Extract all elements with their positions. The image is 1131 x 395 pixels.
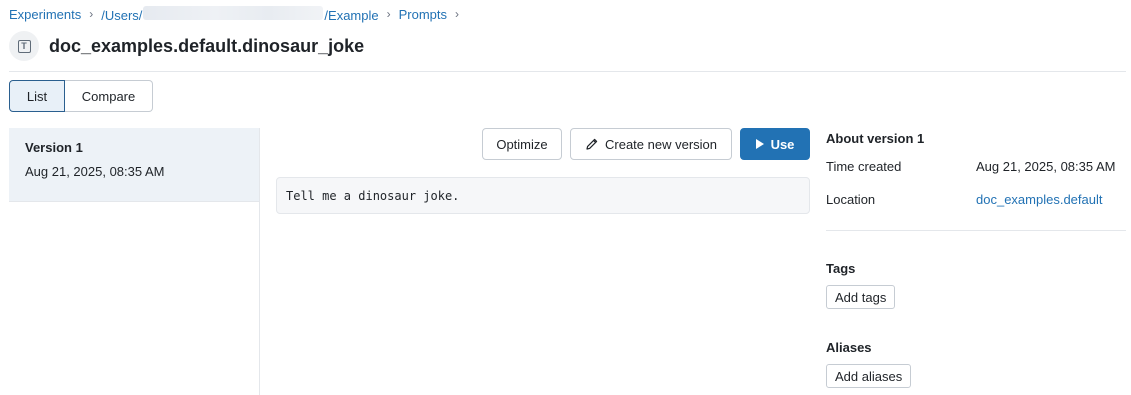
breadcrumb-prompts-link[interactable]: Prompts	[399, 7, 447, 22]
version-date: Aug 21, 2025, 08:35 AM	[25, 164, 165, 179]
location-row: Location doc_examples.default	[826, 189, 1126, 209]
version-list-item[interactable]: Version 1 Aug 21, 2025, 08:35 AM	[9, 128, 259, 202]
use-button-label: Use	[770, 136, 795, 152]
page-header: T doc_examples.default.dinosaur_joke	[9, 31, 365, 61]
text-prompt-icon-glyph: T	[17, 39, 31, 53]
prompt-toolbar: Optimize Create new version Use	[482, 128, 810, 160]
view-toggle-compare[interactable]: Compare	[65, 80, 153, 112]
aliases-title: Aliases	[826, 339, 872, 355]
location-link[interactable]: doc_examples.default	[976, 192, 1102, 207]
create-new-version-label: Create new version	[605, 136, 717, 152]
play-icon	[755, 139, 764, 149]
redacted-username	[143, 5, 324, 20]
view-toggle: List Compare	[9, 80, 153, 112]
version-list: Version 1 Aug 21, 2025, 08:35 AM	[9, 128, 260, 395]
page-title: doc_examples.default.dinosaur_joke	[49, 35, 365, 56]
breadcrumb-separator: ›	[89, 7, 94, 21]
version-name: Version 1	[25, 140, 83, 155]
time-created-value: Aug 21, 2025, 08:35 AM	[976, 158, 1116, 174]
use-button[interactable]: Use	[740, 128, 810, 160]
time-created-row: Time created Aug 21, 2025, 08:35 AM	[826, 156, 1126, 176]
prompt-text: Tell me a dinosaur joke.	[286, 188, 460, 203]
location-label: Location	[826, 191, 876, 207]
breadcrumb-separator: ›	[455, 7, 460, 21]
tags-title: Tags	[826, 260, 856, 276]
pencil-icon	[586, 138, 598, 150]
add-aliases-button[interactable]: Add aliases	[826, 364, 912, 388]
details-divider	[826, 230, 1126, 231]
prompt-text-box: Tell me a dinosaur joke.	[276, 177, 810, 214]
version-details-panel: About version 1 Time created Aug 21, 202…	[826, 128, 1126, 388]
breadcrumb: Experiments › /Users//Example › Prompts …	[9, 5, 467, 23]
breadcrumb-example-suffix: /Example	[324, 7, 379, 23]
create-new-version-button[interactable]: Create new version	[570, 128, 732, 160]
time-created-label: Time created	[826, 158, 902, 174]
breadcrumb-experiments-link[interactable]: Experiments	[9, 7, 81, 22]
breadcrumb-experiment-path-link[interactable]: /Users/ /Example	[101, 5, 379, 23]
add-tags-button[interactable]: Add tags	[826, 285, 896, 309]
header-divider	[9, 71, 1126, 72]
optimize-button[interactable]: Optimize	[482, 128, 562, 160]
about-version-title: About version 1	[826, 130, 925, 146]
text-prompt-icon: T	[9, 31, 39, 61]
breadcrumb-separator: ›	[386, 7, 391, 21]
breadcrumb-users-prefix: /Users/	[101, 7, 143, 23]
view-toggle-list[interactable]: List	[9, 80, 65, 112]
